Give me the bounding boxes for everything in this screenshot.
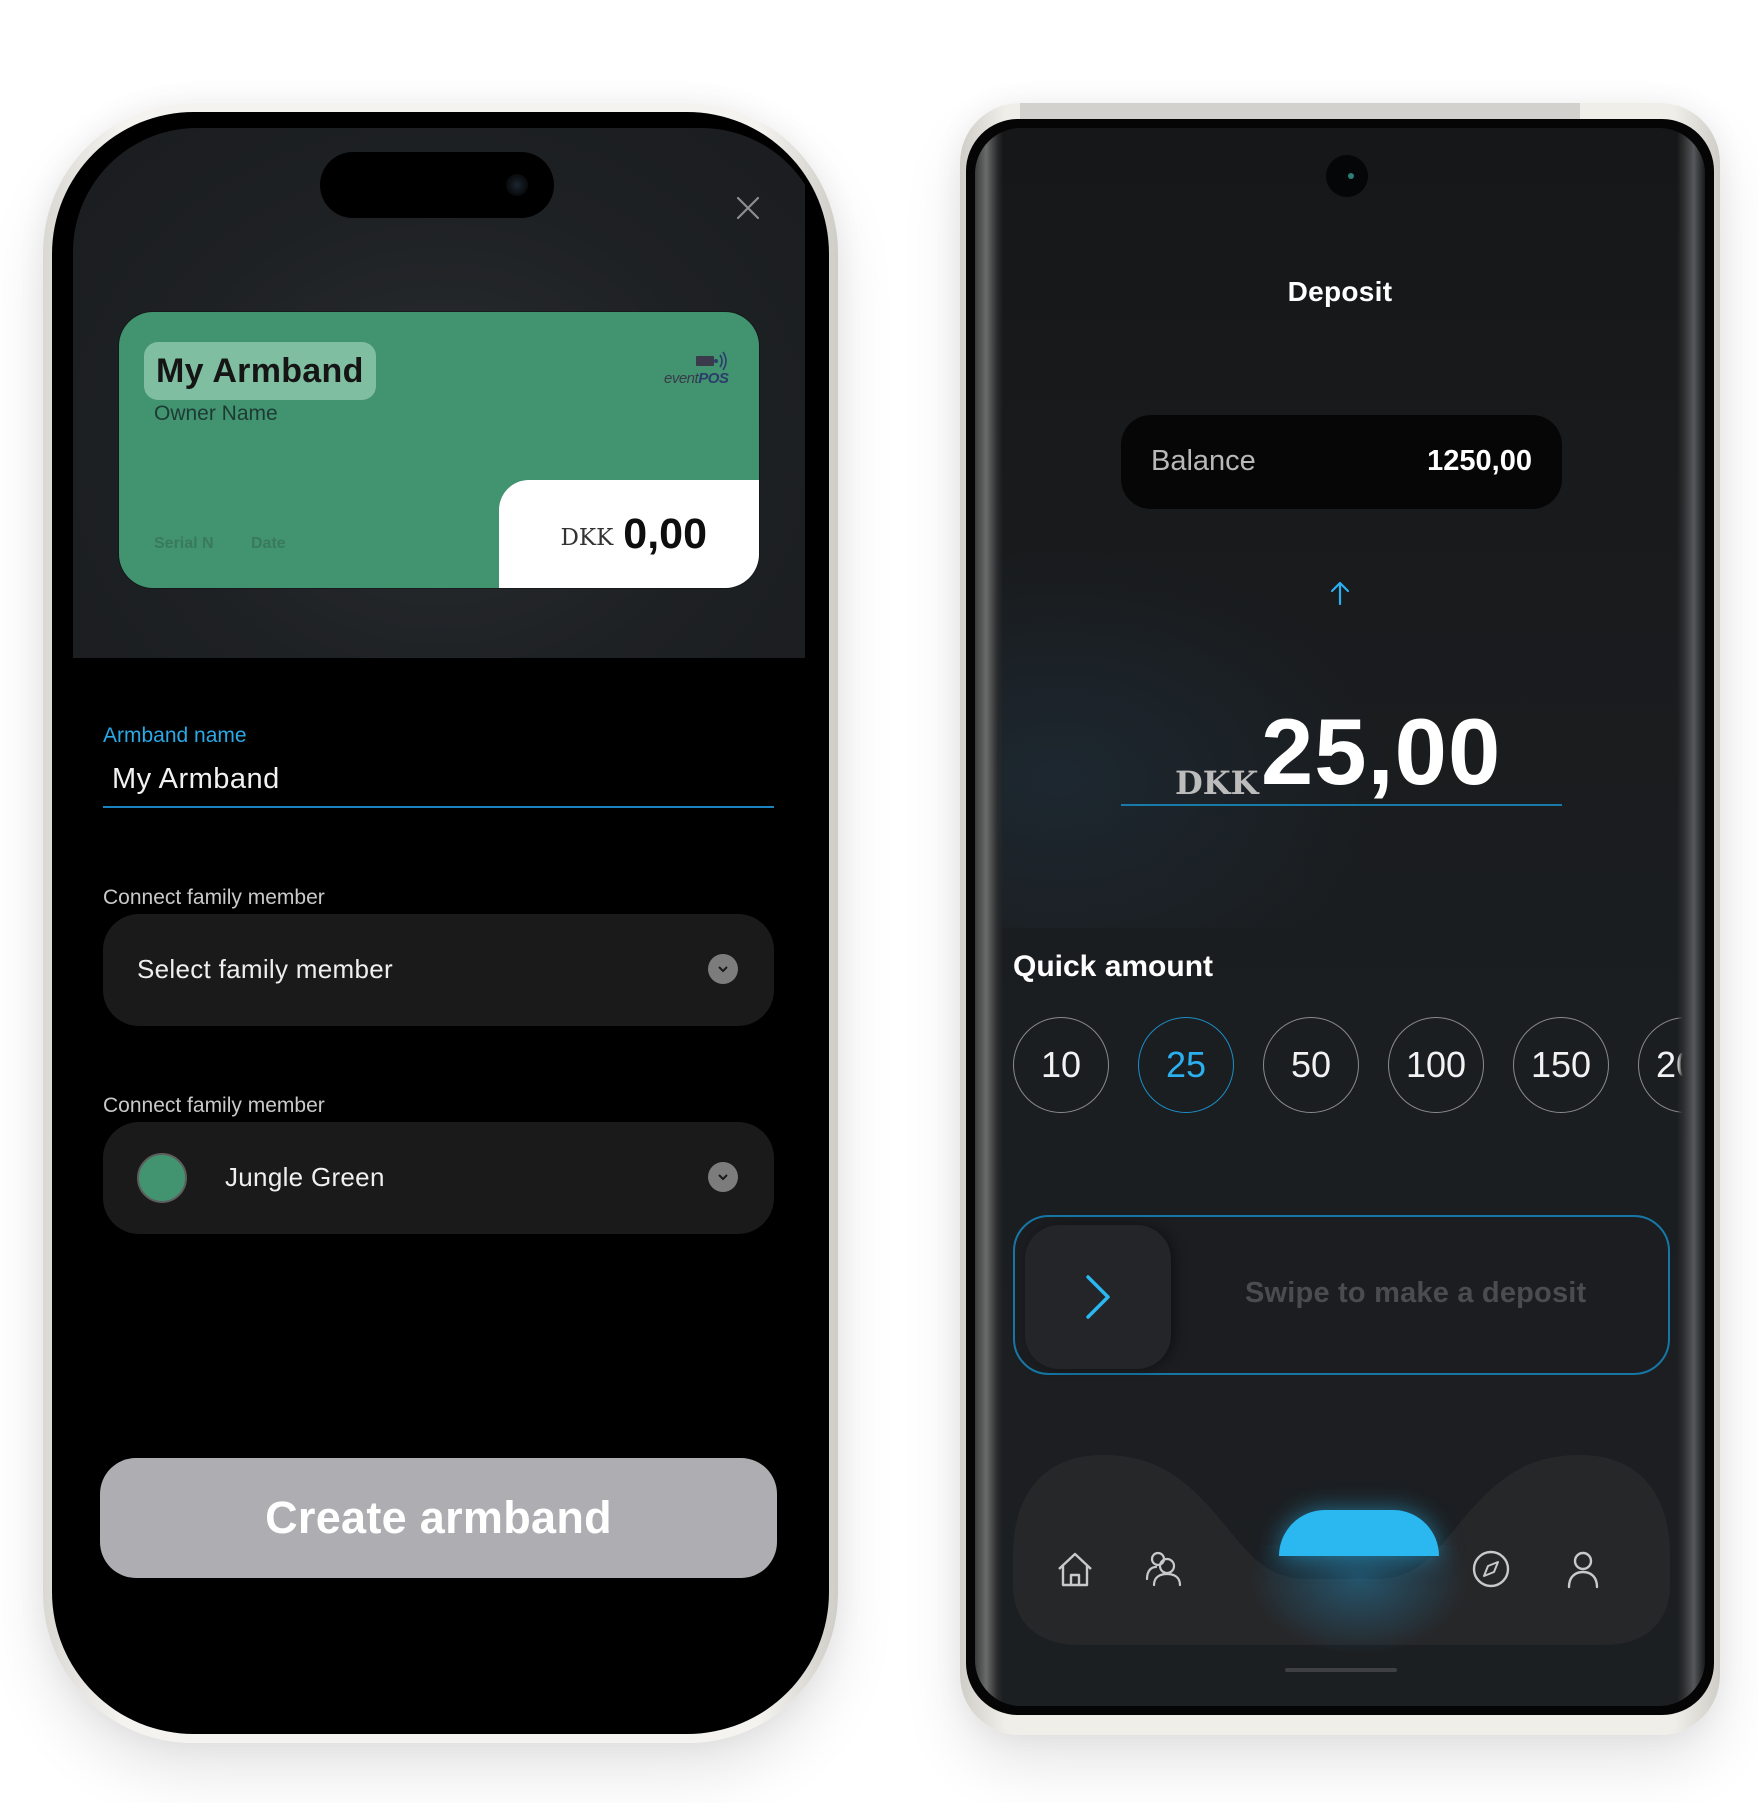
- card-date-label: Date: [251, 535, 286, 552]
- balance-value: 1250,00: [1427, 445, 1532, 477]
- page-title: Deposit: [1287, 276, 1393, 307]
- armband-name-input[interactable]: [103, 753, 774, 808]
- camera-icon: [506, 174, 528, 196]
- chevron-down-icon: [708, 954, 738, 984]
- quick-amount-150[interactable]: 150: [1513, 1017, 1609, 1113]
- deposit-screen: Deposit Balance 1250,00 DKK 25,00 Quick …: [975, 128, 1705, 1706]
- swipe-to-deposit[interactable]: Swipe to make a deposit: [1013, 1215, 1670, 1375]
- card-name: My Armband: [144, 342, 376, 400]
- camera-punch-hole: [1326, 155, 1368, 197]
- deposit-amount[interactable]: DKK 25,00: [1121, 688, 1562, 808]
- amount-currency: DKK: [1175, 764, 1259, 802]
- deposit-nav-button[interactable]: [1279, 1510, 1439, 1556]
- card-balance: DKK 0,00: [499, 480, 759, 588]
- color-select-label: Connect family member: [103, 1094, 325, 1117]
- dynamic-island: [320, 152, 554, 218]
- eventpos-logo: eventPOS: [664, 350, 734, 390]
- logo-text-event: event: [664, 370, 699, 387]
- chevron-right-icon: [1086, 1275, 1110, 1319]
- arrow-up-icon: [1330, 581, 1350, 606]
- color-select[interactable]: Jungle Green: [103, 1122, 774, 1234]
- quick-amount-50[interactable]: 50: [1263, 1017, 1359, 1113]
- family-member-placeholder: Select family member: [137, 954, 393, 984]
- color-select-value: Jungle Green: [225, 1162, 385, 1192]
- home-icon[interactable]: [1053, 1547, 1097, 1591]
- screen-curved-edge-right: [1677, 128, 1705, 1706]
- quick-amount-10[interactable]: 10: [1013, 1017, 1109, 1113]
- compass-icon[interactable]: [1469, 1547, 1513, 1591]
- quick-amount-title: Quick amount: [1013, 950, 1214, 983]
- family-member-select[interactable]: Select family member: [103, 914, 774, 1026]
- chevron-down-icon: [708, 1162, 738, 1192]
- amount-value: 25,00: [1261, 699, 1502, 804]
- close-button[interactable]: [733, 193, 763, 223]
- home-indicator: [1285, 1668, 1397, 1672]
- armband-name-label: Armband name: [103, 724, 247, 747]
- close-icon: [736, 196, 760, 220]
- create-armband-screen: My Armband Owner Name eventPOS Serial N …: [73, 128, 825, 1718]
- create-armband-button[interactable]: Create armband: [100, 1458, 777, 1578]
- amount-underline: [1121, 804, 1562, 806]
- swipe-handle[interactable]: [1025, 1225, 1171, 1369]
- profile-icon[interactable]: [1561, 1547, 1605, 1591]
- nfc-card-icon: [696, 351, 727, 371]
- swipe-label: Swipe to make a deposit: [1245, 1277, 1587, 1309]
- family-member-label: Connect family member: [103, 886, 325, 909]
- screen-curved-edge-left: [975, 128, 1003, 1706]
- color-swatch: [137, 1153, 187, 1203]
- balance-label: Balance: [1151, 445, 1256, 477]
- family-icon[interactable]: [1141, 1547, 1185, 1591]
- card-owner-name: Owner Name: [154, 402, 278, 425]
- logo-text-pos: POS: [698, 370, 729, 387]
- deposit-glow: [1249, 1545, 1469, 1655]
- bottom-nav: [1013, 1455, 1670, 1655]
- armband-card-preview: My Armband Owner Name eventPOS Serial N …: [119, 312, 759, 588]
- quick-amount-100[interactable]: 100: [1388, 1017, 1484, 1113]
- card-serial-label: Serial N: [154, 535, 214, 552]
- quick-amount-25[interactable]: 25: [1138, 1017, 1234, 1113]
- card-currency: DKK: [560, 525, 614, 551]
- balance-box: Balance 1250,00: [1121, 415, 1562, 509]
- card-balance-amount: 0,00: [623, 509, 707, 558]
